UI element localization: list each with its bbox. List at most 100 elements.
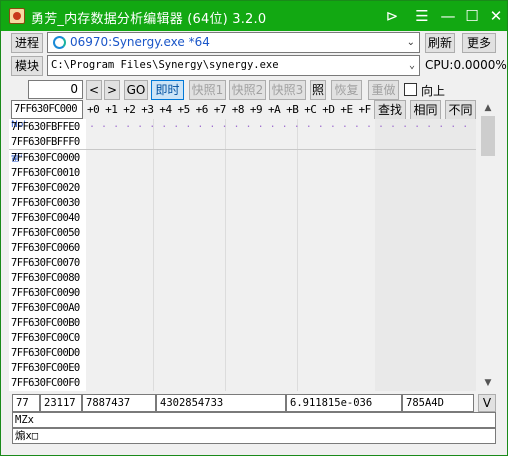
window-title: 勇芳_内存数据分析编辑器 (64位) 3.2.0 [31,12,267,27]
address-text: 7FF630FC0060 [11,242,80,254]
address-text: 7FF630FC0070 [11,257,80,269]
address-text: 7FF630FBFFE0 [11,121,80,133]
snapshot1-button[interactable]: 快照1 [189,80,226,100]
menu-icon[interactable]: ☰ [411,5,433,27]
address-text: 7FF630FC0080 [11,272,80,284]
photo-button[interactable]: 照 [310,80,326,100]
address-text: 7FF630FC0050 [11,227,80,239]
process-value: 06970:Synergy.exe *64 [70,35,210,49]
find-button[interactable]: 查找 [374,100,406,120]
table-row-address[interactable]: 7FF630FBFFF0 [11,135,80,150]
column-header: +8 [231,103,245,116]
title-bar: 勇芳_内存数据分析编辑器 (64位) 3.2.0 ⊳ ☰ — ☐ ✕ [1,1,507,31]
snapshot2-button[interactable]: 快照2 [229,80,266,100]
column-header: +4 [159,103,172,116]
offset-input[interactable]: 0 [28,80,83,99]
scroll-down-icon[interactable]: ▼ [479,375,497,391]
address-input[interactable]: 7FF630FC000 [11,100,83,119]
module-select[interactable]: C:\Program Files\Synergy\synergy.exe ⌄ [47,55,420,76]
table-row-address[interactable]: 7FF630FC0000 [11,151,80,166]
value-hex: 785A4D [402,394,474,412]
table-row-address[interactable]: 7FF630FC00D0 [11,346,80,361]
value-toggle-button[interactable]: V [478,394,496,412]
table-row-address[interactable]: 7FF630FC00A0 [11,301,80,316]
same-button[interactable]: 相同 [410,100,441,120]
column-header: +D [322,103,335,116]
refresh-button[interactable]: 刷新 [425,33,455,53]
diff-button[interactable]: 不同 [445,100,476,120]
column-header: +2 [123,103,136,116]
minimize-button[interactable]: — [437,5,459,27]
table-row-address[interactable]: 7FF630FC00F0 [11,376,80,391]
table-row-address[interactable]: 7FF630FC0090 [11,286,80,301]
close-button[interactable]: ✕ [485,5,507,27]
table-row-address[interactable]: 7FF630FC0030 [11,196,80,211]
info-line-2: 煽x□ [12,428,496,444]
column-header: +6 [195,103,209,116]
column-header: +5 [177,103,191,116]
value-word: 23117 [40,394,82,412]
table-row-address[interactable]: 7FF630FC0070 [11,256,80,271]
value-qword: 4302854733 [156,394,286,412]
address-text: 7FF630FC00E0 [11,362,80,374]
table-row-address[interactable]: 7FF630FC0060 [11,241,80,256]
prev-button[interactable]: < [86,80,102,100]
table-row-address[interactable]: 7FF630FC00C0 [11,331,80,346]
table-row-address[interactable]: 7FF630FC00B0 [11,316,80,331]
address-text: 7FF630FC00C0 [11,332,80,344]
value-dword: 7887437 [82,394,156,412]
next-button[interactable]: > [104,80,120,100]
pin-icon[interactable]: ⊳ [381,5,403,27]
address-text: 7FF630FBFFF0 [11,136,80,148]
divider [297,119,298,391]
info-line-1: MZx [12,412,496,428]
scroll-thumb[interactable] [481,116,495,156]
address-text: 7FF630FC0030 [11,197,80,209]
divider [153,119,154,391]
value-byte: 77 [12,394,40,412]
table-row-address[interactable]: 7FF630FC0020 [11,181,80,196]
scroll-up-icon[interactable]: ▲ [479,100,497,116]
column-header: +3 [141,103,154,116]
process-select[interactable]: 06970:Synergy.exe *64 ⌄ [47,32,420,53]
app-window: 勇芳_内存数据分析编辑器 (64位) 3.2.0 ⊳ ☰ — ☐ ✕ 进程 06… [0,0,508,456]
address-text: 7FF630FC00A0 [11,302,80,314]
hex-header: 7FF630FC000 +0 +1 +2 +3 +4 +5 +6 +7 +8 +9 +A +B +C +D… [1,100,507,120]
more-button[interactable]: 更多 [462,33,496,53]
up-label: 向上 [421,84,446,98]
snapshot3-button[interactable]: 快照3 [269,80,306,100]
column-header: +F [358,103,372,116]
table-row-address[interactable]: 7FF630FC0080 [11,271,80,286]
unreadable-bytes: . . . . . . . . . . . . . . . . . . . . … [89,119,476,130]
restore-button[interactable]: 恢复 [331,80,362,100]
module-button[interactable]: 模块 [11,56,43,76]
process-status-icon [53,36,66,49]
address-text: 7FF630FC00D0 [11,347,80,359]
address-text: 7FF630FC00F0 [11,377,80,389]
column-header: +E [340,103,353,116]
realtime-button[interactable]: 即时 [151,80,184,100]
address-text: 7FF630FC0010 [11,167,80,179]
hex-bytes-area[interactable] [86,119,375,391]
ascii-area[interactable] [375,119,476,391]
value-float: 6.911815e-036 [286,394,402,412]
module-value: C:\Program Files\Synergy\synergy.exe [51,59,279,71]
table-row-address[interactable]: 7FF630FC0050 [11,226,80,241]
process-button[interactable]: 进程 [11,33,43,53]
hex-grid[interactable]: No' 7FF630FBFFE0. . . . . . . . . . . . .… [9,119,476,391]
chevron-down-icon: ⌄ [408,60,415,71]
column-header: +A [268,103,281,116]
table-row-address[interactable]: 7FF630FC00E0 [11,361,80,376]
up-checkbox[interactable] [404,83,417,96]
table-row-address[interactable]: 7FF630FC0010 [11,166,80,181]
column-header: +0 [87,103,100,116]
vertical-scrollbar[interactable]: ▲ ▼ [479,100,497,391]
table-row-address[interactable]: 7FF630FC0040 [11,211,80,226]
address-text: 7FF630FC00B0 [11,317,80,329]
address-text: 7FF630FC0040 [11,212,80,224]
address-text: 7FF630FC0090 [11,287,80,299]
redo-button[interactable]: 重做 [368,80,399,100]
maximize-button[interactable]: ☐ [461,5,483,27]
table-row-address[interactable]: 7FF630FBFFE0 [11,120,80,135]
go-button[interactable]: GO [124,80,148,100]
